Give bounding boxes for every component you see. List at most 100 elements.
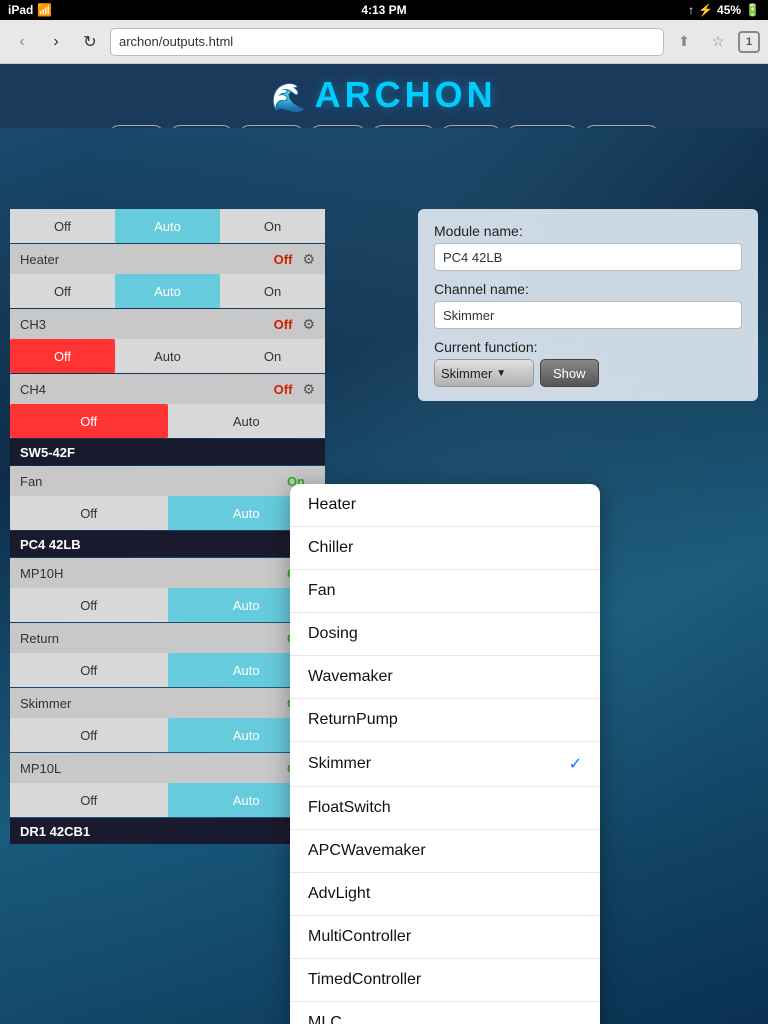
skimmer-name: Skimmer: [20, 696, 287, 711]
dropdown-label-apcwavemaker: APCWavemaker: [308, 842, 426, 860]
off-button-heater[interactable]: Off: [10, 209, 115, 243]
label-row-mp10h: MP10H On: [10, 558, 325, 588]
channel-name-label: Channel name:: [434, 281, 742, 297]
ch4-gear[interactable]: ⚙: [302, 381, 315, 398]
reload-button[interactable]: ↻: [76, 28, 104, 56]
dropdown-item-dosing[interactable]: Dosing: [290, 613, 600, 656]
logo-icon: 🌊: [271, 81, 306, 114]
dropdown-item-fan[interactable]: Fan: [290, 570, 600, 613]
dropdown-item-wavemaker[interactable]: Wavemaker: [290, 656, 600, 699]
dropdown-label-heater: Heater: [308, 496, 356, 514]
auto-button-ch3[interactable]: Auto: [115, 274, 220, 308]
dropdown-label-advlight: AdvLight: [308, 885, 370, 903]
show-button[interactable]: Show: [540, 359, 599, 387]
ipad-label: iPad: [8, 3, 33, 17]
bookmark-button[interactable]: ☆: [704, 28, 732, 56]
dropdown-label-skimmer: Skimmer: [308, 755, 371, 773]
right-panel: Module name: Channel name: Current funct…: [418, 209, 758, 401]
control-row-fan: Off Auto: [10, 496, 325, 530]
current-fn-label: Current function:: [434, 339, 742, 355]
section-pc4: PC4 42LB: [10, 531, 325, 557]
off-button-return[interactable]: Off: [10, 653, 168, 687]
dropdown-item-timedcontroller[interactable]: TimedController: [290, 959, 600, 1002]
battery-label: 45%: [717, 3, 741, 17]
section-dr1: DR1 42CB1: [10, 818, 325, 844]
auto-button-heater[interactable]: Auto: [115, 209, 220, 243]
dropdown-item-heater[interactable]: Heater: [290, 484, 600, 527]
current-fn-row: Skimmer ▼ Show: [434, 359, 742, 387]
on-button-ch3[interactable]: On: [220, 274, 325, 308]
dropdown-item-apcwavemaker[interactable]: APCWavemaker: [290, 830, 600, 873]
heater-gear[interactable]: ⚙: [302, 251, 315, 268]
dropdown-item-floatswitch[interactable]: FloatSwitch: [290, 787, 600, 830]
dropdown-item-mlc[interactable]: MLC: [290, 1002, 600, 1024]
function-select[interactable]: Skimmer ▼: [434, 359, 534, 387]
fan-name: Fan: [20, 474, 287, 489]
ch3-gear[interactable]: ⚙: [302, 316, 315, 333]
wifi-icon: 📶: [37, 3, 52, 17]
return-name: Return: [20, 631, 287, 646]
ch4-name: CH4: [20, 382, 274, 397]
dropdown-item-returnpump[interactable]: ReturnPump: [290, 699, 600, 742]
label-row-mp10l: MP10L On: [10, 753, 325, 783]
label-row-ch4: CH4 Off ⚙: [10, 374, 325, 404]
off-button-ch3[interactable]: Off: [10, 274, 115, 308]
ch3-name: CH3: [20, 317, 274, 332]
dropdown-label-multicontroller: MultiController: [308, 928, 411, 946]
control-row-ch4: Off Auto On: [10, 339, 325, 373]
status-bar-left: iPad 📶: [8, 3, 52, 17]
on-button-heater[interactable]: On: [220, 209, 325, 243]
url-text: archon/outputs.html: [119, 34, 233, 49]
control-row-mp10h: Off Auto: [10, 588, 325, 622]
dropdown-item-multicontroller[interactable]: MultiController: [290, 916, 600, 959]
control-row-skimmer: Off Auto: [10, 718, 325, 752]
left-panel: Off Auto On Heater Off ⚙ Off Auto On CH3…: [10, 209, 325, 845]
dropdown-item-advlight[interactable]: AdvLight: [290, 873, 600, 916]
off-button-ch4[interactable]: Off: [10, 339, 115, 373]
tab-count[interactable]: 1: [738, 31, 760, 53]
mp10l-name: MP10L: [20, 761, 287, 776]
dropdown-label-returnpump: ReturnPump: [308, 711, 398, 729]
back-button[interactable]: ‹: [8, 28, 36, 56]
dropdown-label-wavemaker: Wavemaker: [308, 668, 393, 686]
on-button-ch4[interactable]: On: [220, 339, 325, 373]
auto-button-ch4b[interactable]: Auto: [168, 404, 326, 438]
control-row-mp10l: Off Auto: [10, 783, 325, 817]
battery-icon: 🔋: [745, 3, 760, 17]
off-button-mp10h[interactable]: Off: [10, 588, 168, 622]
channel-name-input[interactable]: [434, 301, 742, 329]
heater-name: Heater: [20, 252, 274, 267]
off-button-skimmer[interactable]: Off: [10, 718, 168, 752]
logo-text: ARCHON: [315, 74, 497, 115]
heater-status: Off: [274, 252, 293, 267]
label-row-fan: Fan On: [10, 466, 325, 496]
ch4-status: Off: [274, 382, 293, 397]
off-button-fan[interactable]: Off: [10, 496, 168, 530]
selected-checkmark: ✓: [569, 754, 582, 774]
ch3-status: Off: [274, 317, 293, 332]
chevron-down-icon: ▼: [496, 368, 506, 379]
main-content: 🌊 ARCHON Home Graphs Outputs Inputs Syst…: [0, 64, 768, 1024]
dropdown-label-chiller: Chiller: [308, 539, 353, 557]
share-button[interactable]: ⬆: [670, 28, 698, 56]
function-dropdown[interactable]: Heater Chiller Fan Dosing Wavemaker Retu…: [290, 484, 600, 1024]
label-row-heater: Heater Off ⚙: [10, 244, 325, 274]
off-button-ch4b[interactable]: Off: [10, 404, 168, 438]
dropdown-item-skimmer[interactable]: Skimmer ✓: [290, 742, 600, 787]
forward-button[interactable]: ›: [42, 28, 70, 56]
section-sw5: SW5-42F: [10, 439, 325, 465]
address-bar[interactable]: archon/outputs.html: [110, 28, 664, 56]
mp10h-name: MP10H: [20, 566, 287, 581]
off-button-mp10l[interactable]: Off: [10, 783, 168, 817]
status-bar-time: 4:13 PM: [361, 3, 406, 17]
browser-bar: ‹ › ↻ archon/outputs.html ⬆ ☆ 1: [0, 20, 768, 64]
label-row-skimmer: Skimmer On: [10, 688, 325, 718]
module-name-input[interactable]: [434, 243, 742, 271]
logo-area: 🌊 ARCHON: [0, 64, 768, 121]
arrow-icon: ↑: [688, 3, 694, 17]
dropdown-label-fan: Fan: [308, 582, 336, 600]
auto-button-ch4[interactable]: Auto: [115, 339, 220, 373]
dropdown-label-dosing: Dosing: [308, 625, 358, 643]
dropdown-item-chiller[interactable]: Chiller: [290, 527, 600, 570]
control-row-ch3: Off Auto On: [10, 274, 325, 308]
